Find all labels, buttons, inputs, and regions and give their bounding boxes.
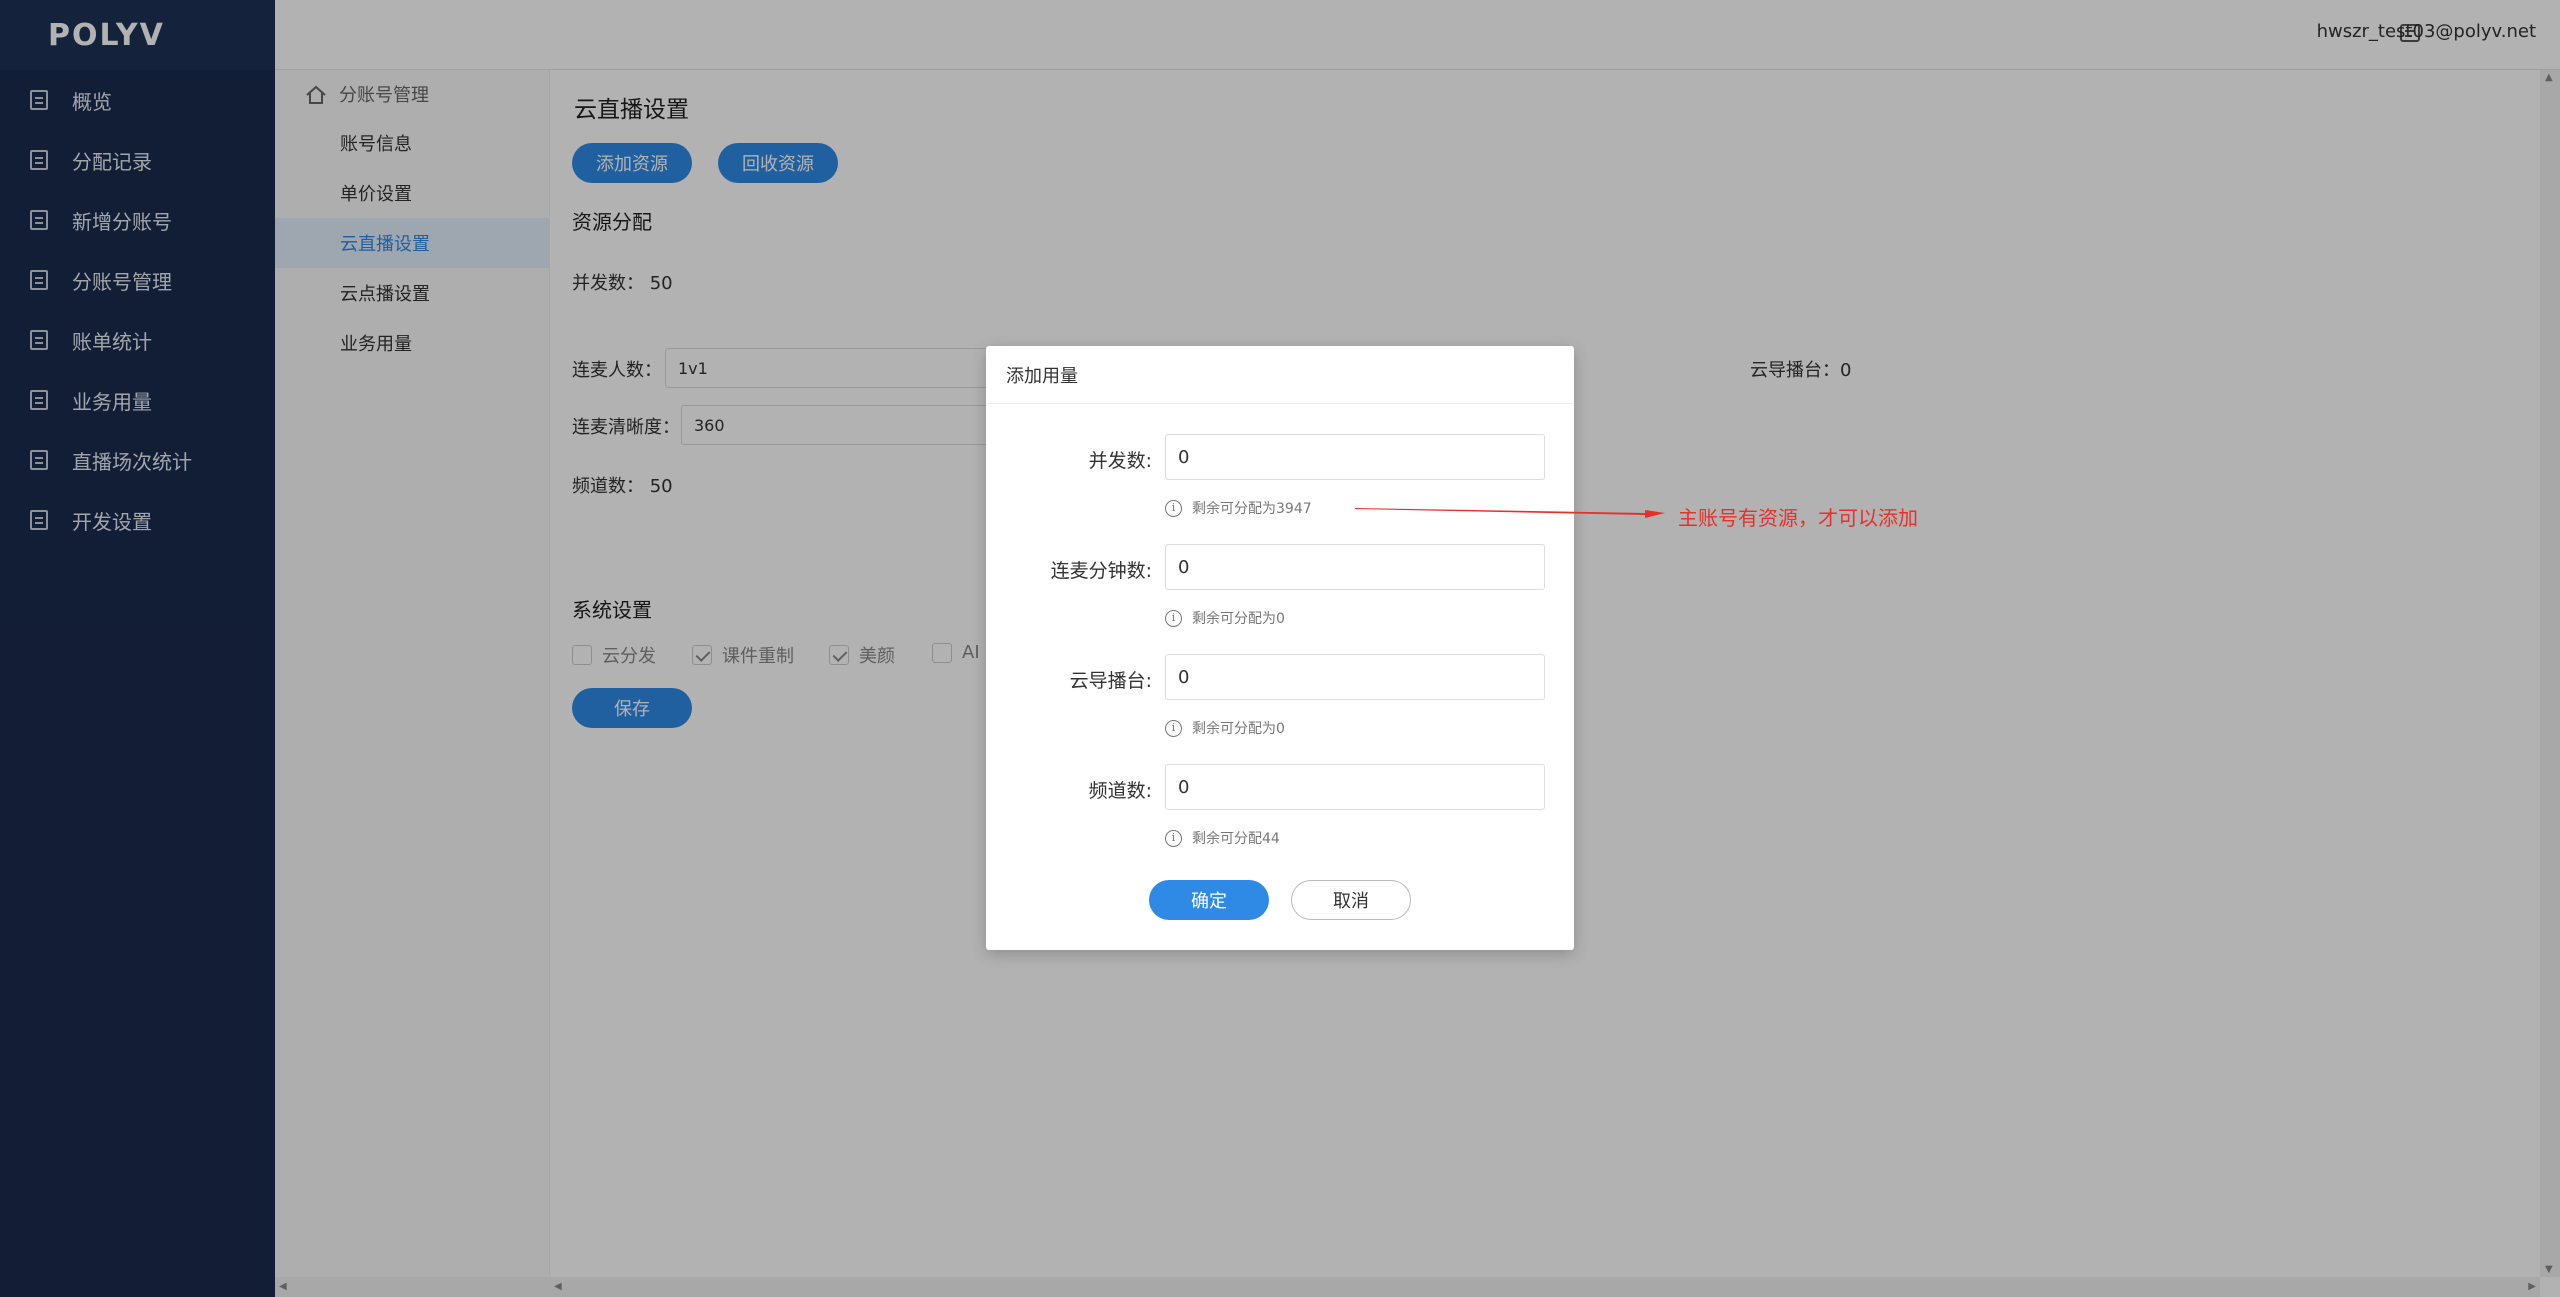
info-icon: i [1165, 609, 1182, 627]
channels-hint: i 剩余可分配44 [1165, 828, 1280, 848]
info-icon: i [1165, 499, 1182, 517]
director-input[interactable]: 0 [1165, 654, 1545, 700]
concurrency-label: 并发数: [1088, 450, 1152, 472]
channels-field-label: 频道数: [1088, 780, 1152, 802]
info-icon: i [1165, 829, 1182, 847]
director-field-label: 云导播台: [1069, 670, 1152, 692]
hint-text: 剩余可分配为3947 [1192, 501, 1312, 517]
hint-text: 剩余可分配为0 [1192, 721, 1285, 737]
dialog-title: 添加用量 [986, 346, 1574, 404]
concurrency-hint: i 剩余可分配为3947 [1165, 498, 1312, 518]
annotation-text: 主账号有资源，才可以添加 [1678, 506, 1918, 530]
mic-minutes-hint: i 剩余可分配为0 [1165, 608, 1285, 628]
annotation-arrow-icon [1355, 508, 1665, 518]
concurrency-input[interactable]: 0 [1165, 434, 1545, 480]
add-usage-dialog: 添加用量 并发数: 0 i 剩余可分配为3947 连麦分钟数: 0 i 剩余可分配为… [986, 346, 1574, 950]
director-hint: i 剩余可分配为0 [1165, 718, 1285, 738]
cancel-button[interactable]: 取消 [1291, 880, 1411, 920]
hint-text: 剩余可分配为0 [1192, 611, 1285, 627]
info-icon: i [1165, 719, 1182, 737]
mic-minutes-input[interactable]: 0 [1165, 544, 1545, 590]
hint-text: 剩余可分配44 [1192, 831, 1280, 847]
confirm-button[interactable]: 确定 [1149, 880, 1269, 920]
mic-minutes-label: 连麦分钟数: [1050, 560, 1152, 582]
channels-input[interactable]: 0 [1165, 764, 1545, 810]
